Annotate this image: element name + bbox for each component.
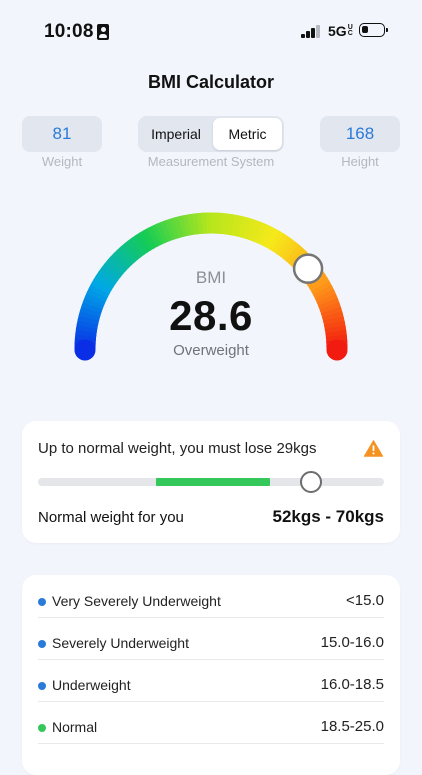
category-dot [38,682,46,690]
weight-advice-card: Up to normal weight, you must lose 29kgs… [22,421,400,543]
category-label: Very Severely Underweight [52,593,221,609]
table-row: Underweight 16.0-18.5 [38,659,384,702]
weight-advice-message: Up to normal weight, you must lose 29kgs [38,440,316,457]
bmi-category: Overweight [0,342,422,359]
normal-weight-range: 52kgs - 70kgs [272,507,384,527]
category-dot [38,724,46,732]
category-range: <15.0 [346,592,384,609]
normal-weight-label: Normal weight for you [38,509,184,526]
bmi-value: 28.6 [0,292,422,340]
weight-range-slider [38,478,384,486]
category-range: 16.0-18.5 [321,676,384,693]
table-row: Severely Underweight 15.0-16.0 [38,617,384,660]
category-dot [38,598,46,606]
category-label: Underweight [52,677,131,693]
bmi-category-table: Very Severely Underweight <15.0 Severely… [22,575,400,775]
category-range: 18.5-25.0 [321,718,384,735]
table-row: Very Severely Underweight <15.0 [38,575,384,618]
table-row: Normal 18.5-25.0 [38,701,384,744]
category-range: 15.0-16.0 [321,634,384,651]
normal-range-fill [156,478,270,486]
category-label: Severely Underweight [52,635,189,651]
bmi-label: BMI [0,268,422,288]
current-weight-knob[interactable] [300,471,322,493]
category-dot [38,640,46,648]
warning-icon [364,440,383,457]
category-label: Normal [52,719,97,735]
